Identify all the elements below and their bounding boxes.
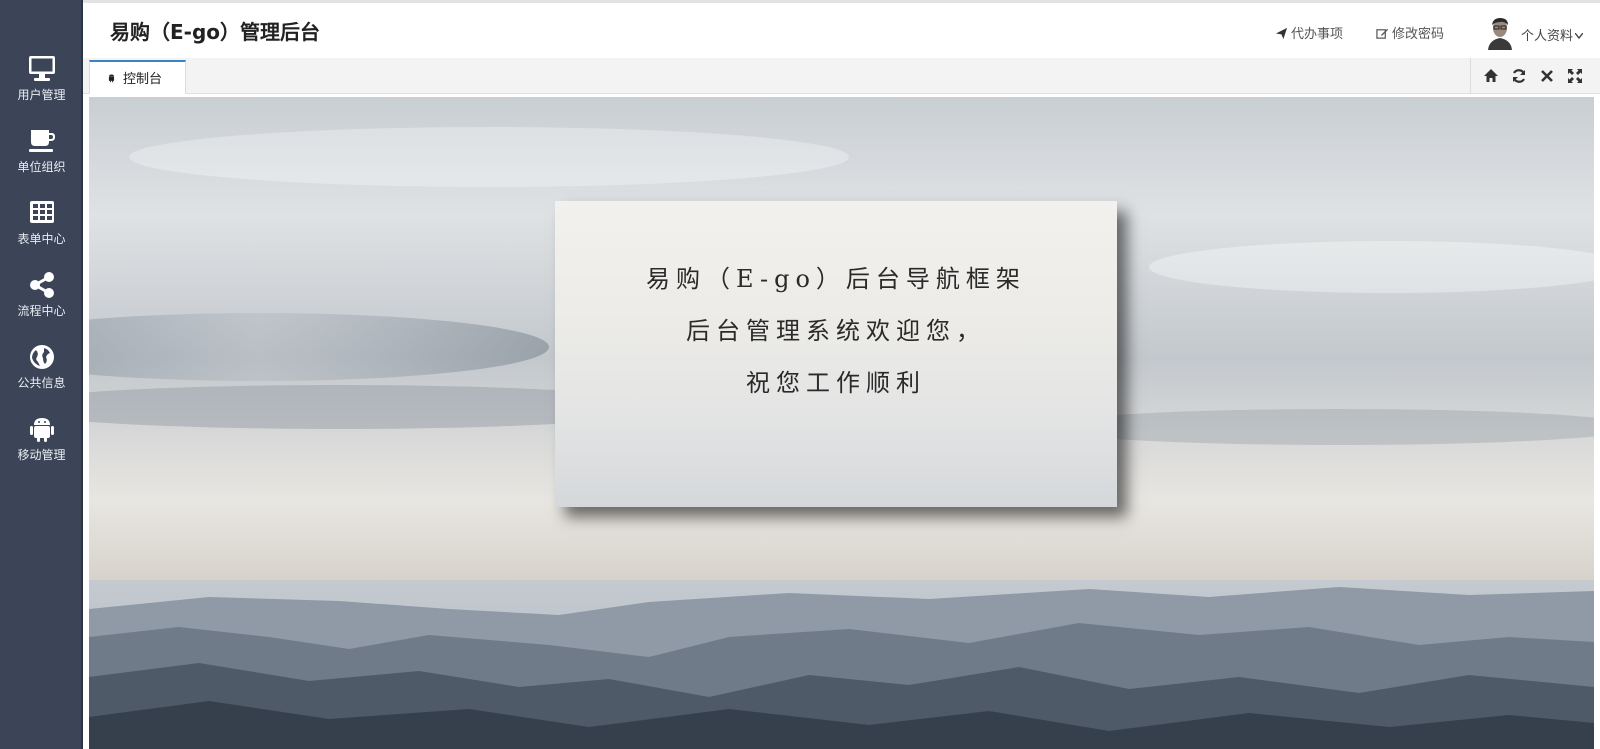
sidebar-item-label: 单位组织 [17,160,66,174]
todo-link[interactable]: 代办事项 [1275,23,1343,42]
chevron-down-icon [1574,32,1584,40]
sidebar: 用户管理 单位组织 表单中心 流程中心 公共信息 移动管理 [0,0,83,749]
fullscreen-icon[interactable] [1567,68,1583,84]
welcome-line-1: 易购（E-go）后台导航框架 [646,265,1026,293]
home-icon[interactable] [1483,68,1499,84]
coffee-cup-icon [28,130,55,152]
android-icon [29,418,54,442]
android-icon [108,74,115,83]
todo-label: 代办事项 [1291,27,1344,42]
globe-icon [29,345,54,369]
sidebar-item-label: 表单中心 [17,232,66,246]
app-title: 易购（E-go）管理后台 [110,20,321,44]
dashboard-content: 易购（E-go）后台导航框架 后台管理系统欢迎您， 祝您工作顺利 [89,97,1594,749]
welcome-line-2: 后台管理系统欢迎您， [686,317,986,345]
avatar[interactable] [1485,16,1515,50]
table-icon [29,201,54,223]
tab-label: 控制台 [123,72,163,87]
tab-dashboard[interactable]: 控制台 [89,60,186,94]
sidebar-item-label: 流程中心 [17,304,66,318]
tab-bar: 控制台 [83,58,1600,94]
profile-dropdown[interactable]: 个人资料 [1521,25,1584,44]
sidebar-item-label: 用户管理 [17,88,66,102]
monitor-icon [28,56,55,81]
paper-plane-icon [1275,27,1288,40]
welcome-card: 易购（E-go）后台导航框架 后台管理系统欢迎您， 祝您工作顺利 [555,201,1117,507]
welcome-line-3: 祝您工作顺利 [746,369,926,397]
sidebar-item-user-management[interactable]: 用户管理 [0,52,83,116]
edit-icon [1376,28,1389,39]
sidebar-item-workflow-center[interactable]: 流程中心 [0,268,83,332]
close-icon[interactable] [1539,68,1555,84]
sidebar-item-organization[interactable]: 单位组织 [0,124,83,188]
sidebar-item-mobile-management[interactable]: 移动管理 [0,412,83,476]
tab-toolbar [1470,58,1600,94]
refresh-icon[interactable] [1511,68,1527,84]
sidebar-item-form-center[interactable]: 表单中心 [0,196,83,260]
change-password-label: 修改密码 [1392,27,1445,42]
change-password-link[interactable]: 修改密码 [1376,23,1444,42]
sidebar-item-label: 公共信息 [17,376,66,390]
profile-label: 个人资料 [1521,29,1574,44]
sidebar-item-public-info[interactable]: 公共信息 [0,340,83,404]
share-icon [29,272,54,298]
sidebar-item-label: 移动管理 [17,448,66,462]
top-header: 易购（E-go）管理后台 代办事项 修改密码 个人资料 [83,0,1600,58]
